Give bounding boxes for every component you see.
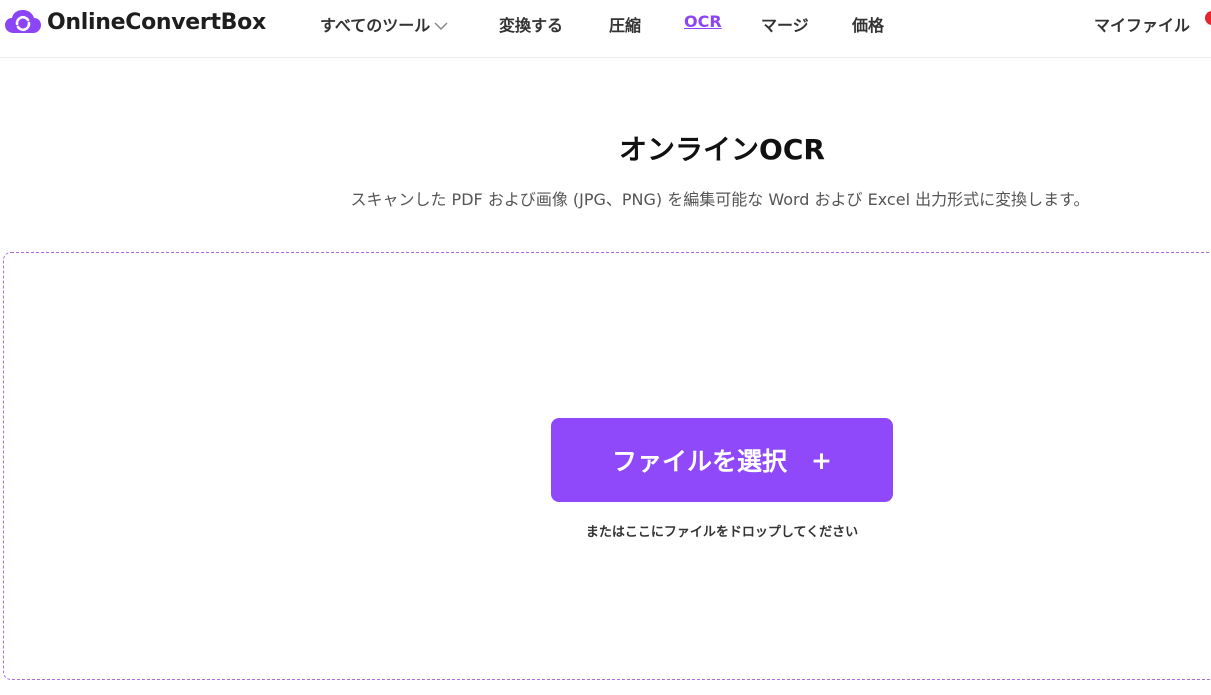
plus-icon: +: [811, 445, 832, 475]
drop-hint-text: またはここにファイルをドロップしてください: [585, 525, 859, 540]
top-navbar: OnlineConvertBox すべてのツール 変換する 圧縮 OCR マージ…: [0, 0, 1211, 58]
select-file-label: ファイルを選択: [612, 447, 788, 476]
logo[interactable]: OnlineConvertBox: [4, 8, 266, 36]
chevron-down-icon: [434, 22, 448, 31]
brand-name: OnlineConvertBox: [47, 9, 266, 35]
nav-merge[interactable]: マージ: [761, 12, 809, 36]
page-subtitle: スキャンした PDF および画像 (JPG、PNG) を編集可能な Word お…: [350, 190, 1090, 209]
nav-pricing[interactable]: 価格: [852, 12, 884, 36]
nav-compress[interactable]: 圧縮: [609, 12, 641, 36]
page-title: オンラインOCR: [619, 133, 825, 166]
nav-all-tools-label: すべてのツール: [320, 16, 431, 35]
nav-all-tools[interactable]: すべてのツール: [320, 12, 448, 36]
cloud-logo-icon: [5, 10, 41, 33]
notification-dot: [1205, 11, 1211, 25]
nav-ocr[interactable]: OCR: [684, 12, 722, 31]
my-files-link[interactable]: マイファイル: [1094, 12, 1190, 36]
select-file-button[interactable]: ファイルを選択 +: [551, 418, 893, 502]
nav-convert[interactable]: 変換する: [499, 12, 563, 36]
